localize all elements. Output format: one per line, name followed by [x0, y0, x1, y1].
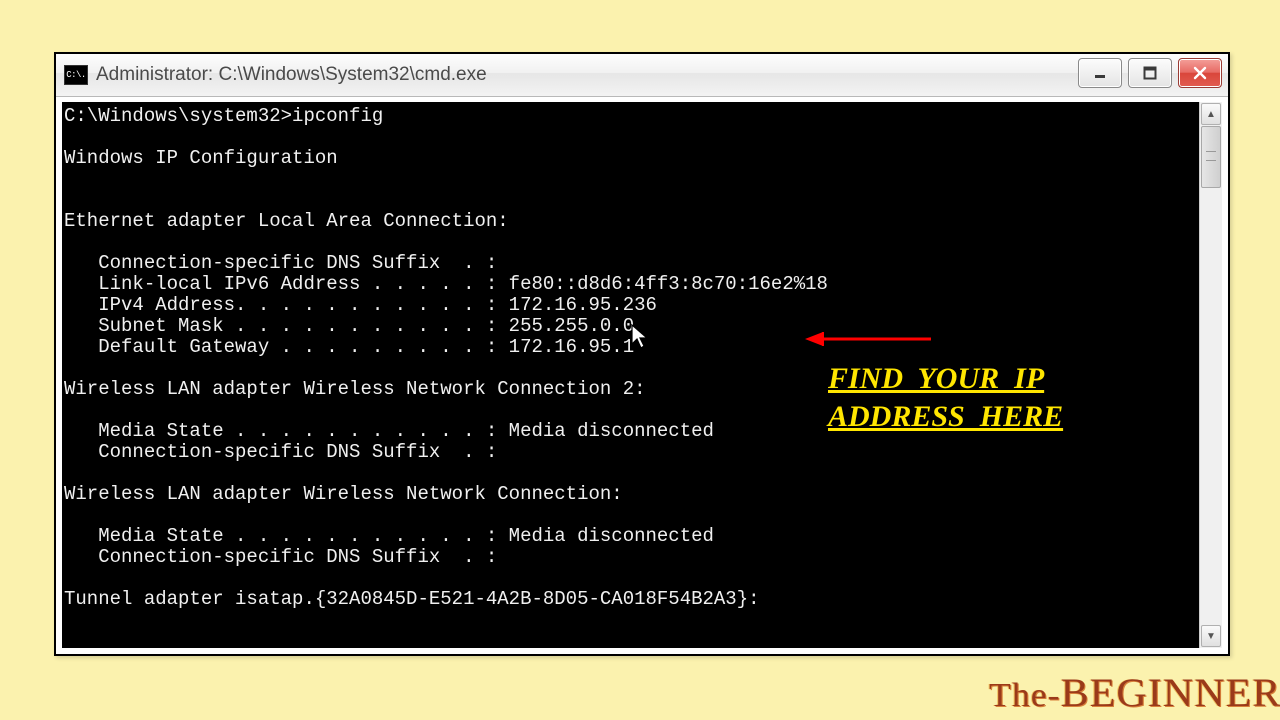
minimize-icon	[1093, 66, 1107, 80]
maximize-button[interactable]	[1128, 58, 1172, 88]
scroll-thumb[interactable]	[1201, 126, 1221, 188]
console-client-area: C:\Windows\system32>ipconfig Windows IP …	[62, 102, 1222, 648]
window-controls	[1078, 58, 1222, 88]
watermark: The-BEGINNER	[989, 669, 1280, 716]
close-icon	[1193, 66, 1207, 80]
vertical-scrollbar[interactable]: ▲ ▼	[1199, 102, 1222, 648]
minimize-button[interactable]	[1078, 58, 1122, 88]
console-output[interactable]: C:\Windows\system32>ipconfig Windows IP …	[62, 102, 1199, 648]
scroll-up-button[interactable]: ▲	[1201, 103, 1221, 125]
cmd-window: C:\. Administrator: C:\Windows\System32\…	[54, 52, 1230, 656]
window-title: Administrator: C:\Windows\System32\cmd.e…	[96, 64, 487, 86]
watermark-small: The-	[989, 677, 1061, 714]
scroll-down-button[interactable]: ▼	[1201, 625, 1221, 647]
close-button[interactable]	[1178, 58, 1222, 88]
cmd-icon: C:\.	[64, 65, 88, 85]
titlebar[interactable]: C:\. Administrator: C:\Windows\System32\…	[56, 54, 1228, 97]
watermark-big: BEGINNER	[1060, 670, 1280, 715]
maximize-icon	[1143, 66, 1157, 80]
